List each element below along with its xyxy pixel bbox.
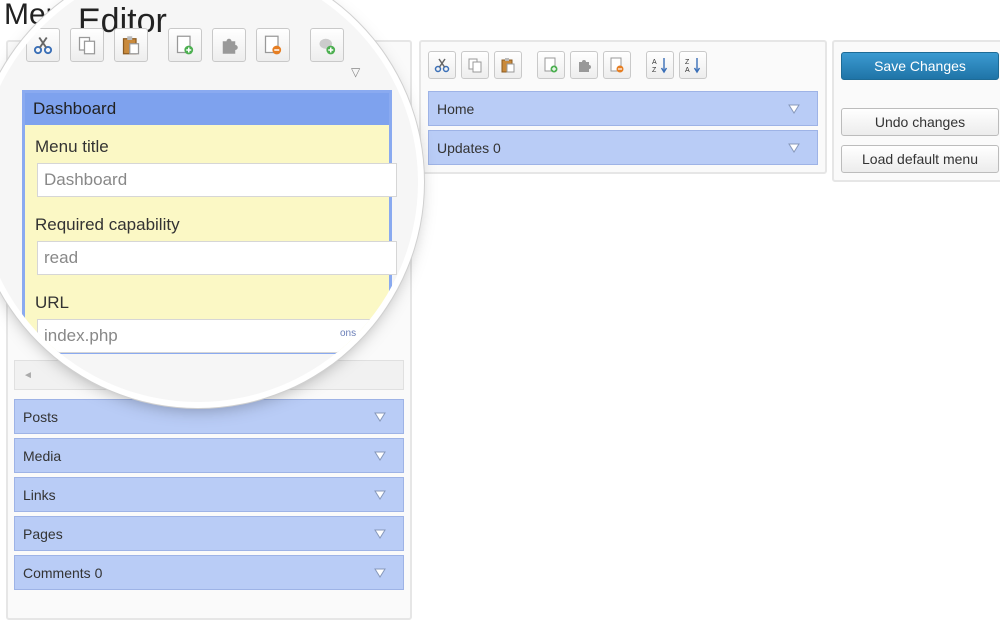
paste-button[interactable] <box>114 28 148 62</box>
menu-item-comments[interactable]: Comments 0 <box>14 555 404 590</box>
selected-item-header[interactable]: Dashboard <box>25 93 389 125</box>
svg-text:Z: Z <box>652 67 657 74</box>
submenu-item-updates[interactable]: Updates 0 <box>428 130 818 165</box>
expand-triangle-icon[interactable] <box>373 488 387 502</box>
copy-button[interactable] <box>461 51 489 79</box>
undo-changes-button[interactable]: Undo changes <box>841 108 999 136</box>
delete-button[interactable] <box>603 51 631 79</box>
delete-icon <box>610 57 624 73</box>
new-item-button[interactable] <box>537 51 565 79</box>
cut-icon <box>33 36 53 55</box>
new-separator-icon <box>319 38 336 55</box>
expand-triangle-icon[interactable] <box>373 449 387 463</box>
menu-item-label: Home <box>437 100 475 117</box>
submenu-toolbar: AZ ZA <box>428 51 712 79</box>
menu-item-pages[interactable]: Pages <box>14 516 404 551</box>
copy-icon <box>468 58 482 73</box>
expand-triangle-icon[interactable]: ▽ <box>351 65 360 79</box>
expand-triangle-icon[interactable] <box>787 102 801 116</box>
menu-title-label: Menu title <box>35 137 109 156</box>
delete-icon <box>264 35 282 55</box>
save-changes-button[interactable]: Save Changes <box>841 52 999 80</box>
sort-ascending-button[interactable]: AZ <box>646 51 674 79</box>
expand-triangle-icon[interactable] <box>373 566 387 580</box>
menu-item-label: Media <box>23 447 62 464</box>
magnified-toolbar <box>26 28 354 62</box>
svg-text:Z: Z <box>685 59 690 66</box>
menu-item-label: Updates 0 <box>437 139 501 156</box>
plugin-icon <box>579 60 591 72</box>
menu-item-posts[interactable]: Posts <box>14 399 404 434</box>
sort-ascending-icon: AZ <box>652 58 668 74</box>
svg-text:A: A <box>685 67 690 74</box>
url-label: URL <box>35 293 70 312</box>
advanced-options-link[interactable]: ons <box>340 328 356 339</box>
new-item-button[interactable] <box>168 28 202 62</box>
paste-icon <box>122 36 140 55</box>
expand-triangle-icon[interactable] <box>373 527 387 541</box>
plugin-icon <box>222 38 238 54</box>
cut-icon <box>434 58 450 73</box>
cut-button[interactable] <box>428 51 456 79</box>
menu-item-label: Pages <box>23 525 63 542</box>
load-default-menu-button[interactable]: Load default menu <box>841 145 999 173</box>
plugin-button[interactable] <box>212 28 246 62</box>
menu-title-field[interactable]: Dashboard <box>37 163 397 197</box>
menu-item-links[interactable]: Links <box>14 477 404 512</box>
sort-descending-icon: ZA <box>685 58 701 74</box>
copy-icon <box>78 36 96 55</box>
menu-item-label: Links <box>23 486 56 503</box>
menu-item-label: Posts <box>23 408 59 425</box>
copy-button[interactable] <box>70 28 104 62</box>
required-capability-field[interactable]: read <box>37 241 397 275</box>
menu-item-editor: Dashboard Menu title Dashboard Required … <box>22 90 397 354</box>
sort-descending-button[interactable]: ZA <box>679 51 707 79</box>
plugin-button[interactable] <box>570 51 598 79</box>
cut-button[interactable] <box>26 28 60 62</box>
paste-icon <box>501 58 515 73</box>
new-separator-button[interactable] <box>310 28 344 62</box>
expand-triangle-icon[interactable] <box>787 141 801 155</box>
required-capability-label: Required capability <box>35 215 180 234</box>
new-item-icon <box>176 35 194 55</box>
expand-triangle-icon[interactable] <box>373 410 387 424</box>
paste-button[interactable] <box>494 51 522 79</box>
new-item-icon <box>544 57 558 73</box>
submenu-item-home[interactable]: Home <box>428 91 818 126</box>
menu-item-media[interactable]: Media <box>14 438 404 473</box>
menu-item-label: Comments 0 <box>23 564 103 581</box>
magnifier-lens: Editor ▽ Dashboard Menu title Dashboard … <box>0 0 418 402</box>
delete-button[interactable] <box>256 28 290 62</box>
svg-text:A: A <box>652 59 657 66</box>
